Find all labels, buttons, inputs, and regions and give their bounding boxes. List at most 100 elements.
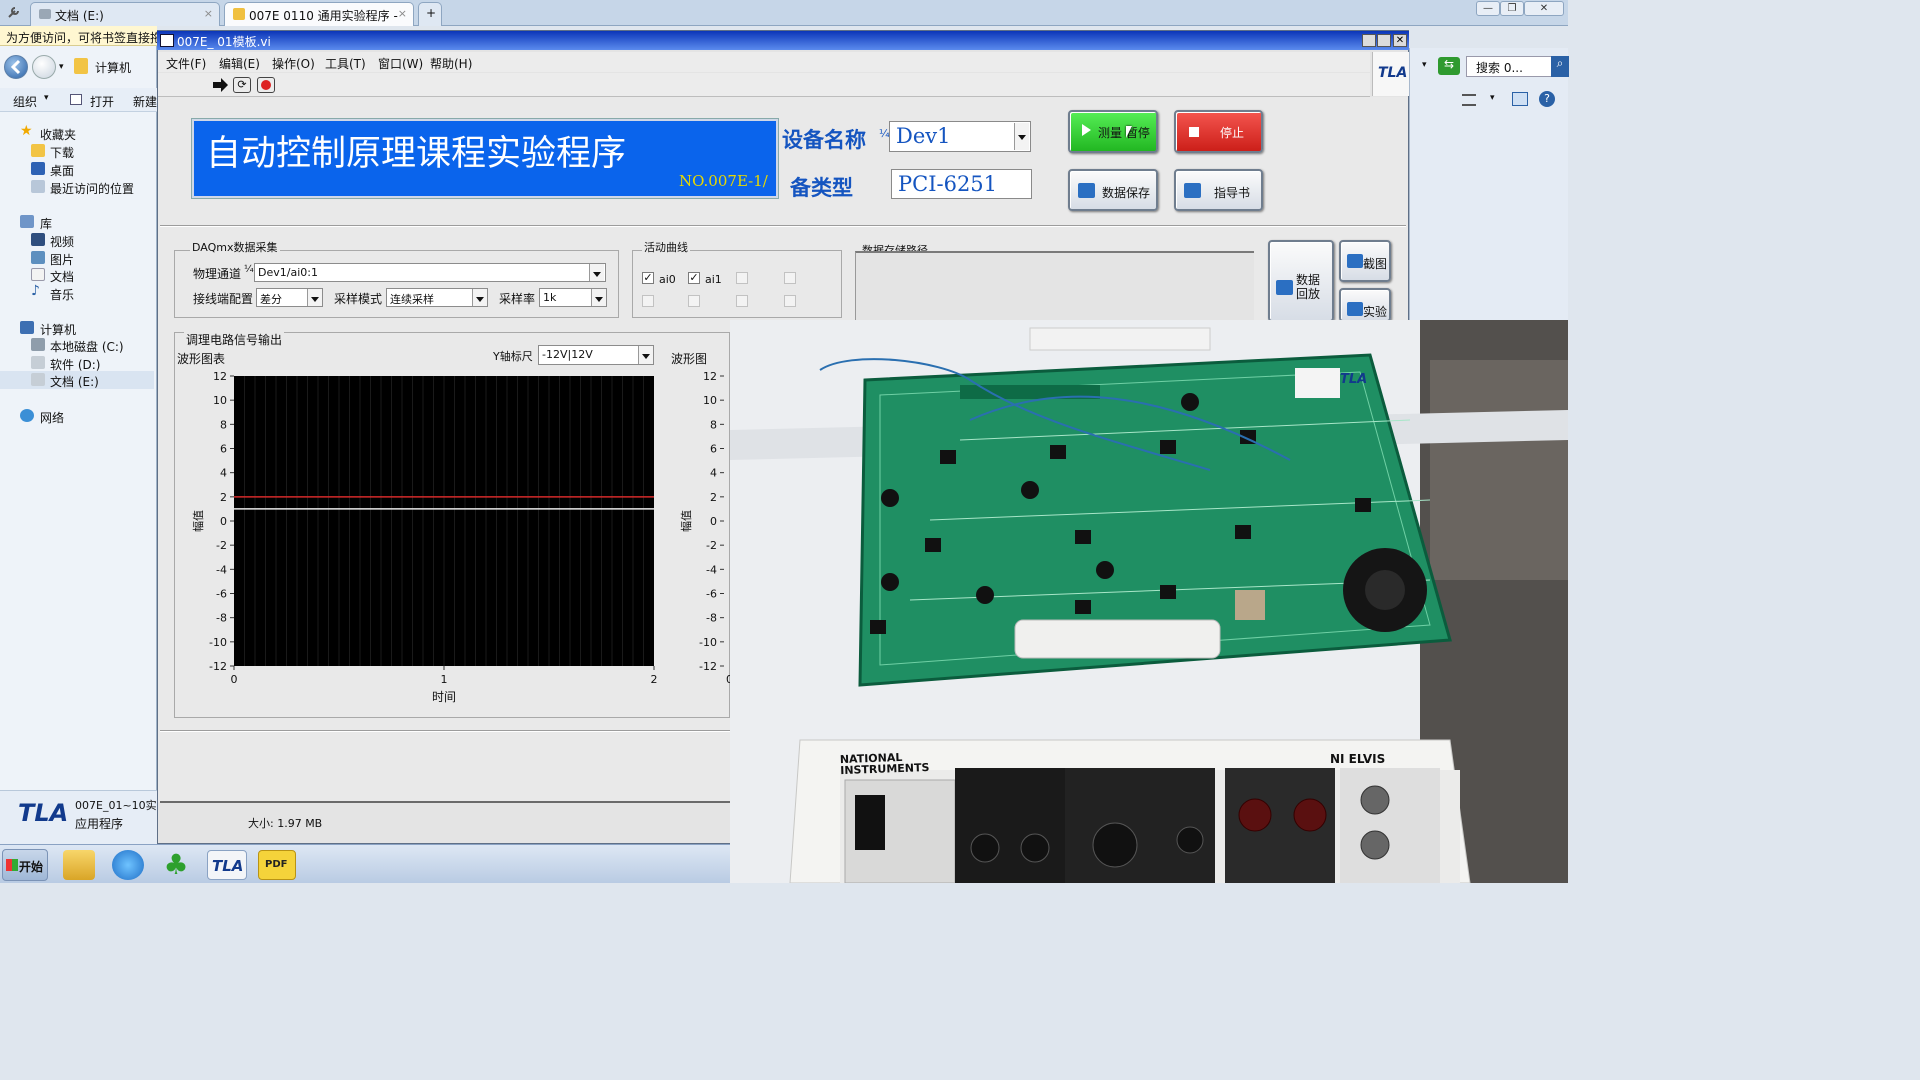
chevron-down-icon[interactable]: [472, 289, 487, 306]
organize-button[interactable]: 组织: [13, 93, 37, 110]
run-pause-button[interactable]: 测量 暂停: [1068, 110, 1158, 153]
lv-close-button[interactable]: ✕: [1393, 34, 1407, 47]
chevron-down-icon[interactable]: ▾: [1490, 93, 1495, 103]
daq-group: [174, 250, 619, 318]
run-continuous-icon[interactable]: ⟳: [233, 77, 251, 93]
ni-brand-text: NATIONAL INSTRUMENTS: [839, 750, 930, 778]
curve-checkbox-8[interactable]: [784, 295, 796, 307]
menu-tools[interactable]: 工具(T): [325, 55, 366, 72]
device-name-select[interactable]: Dev1: [889, 121, 1031, 152]
banner-number: NO.007E-1/: [679, 172, 768, 190]
experiment-button[interactable]: 实验: [1339, 288, 1391, 322]
waveform-graph-svg: 121086420-2-4-6-8-10-120幅值: [680, 370, 730, 686]
y-tick-label: 8: [220, 418, 227, 431]
tla-taskbar-icon[interactable]: TLA: [207, 850, 247, 880]
taskbar: 开始 ♣ TLA PDF: [0, 844, 730, 883]
x-tick-label: 0: [231, 673, 238, 686]
location-label[interactable]: 计算机: [95, 59, 131, 76]
preview-pane-icon[interactable]: [1512, 92, 1528, 106]
banner-title: 自动控制原理课程实验程序: [206, 134, 627, 174]
chevron-down-icon[interactable]: [591, 289, 606, 306]
tree-drive-e[interactable]: 文档 (E:): [0, 371, 154, 389]
curve-checkbox-4[interactable]: [784, 272, 796, 284]
restore-button[interactable]: ❐: [1500, 1, 1524, 16]
search-box[interactable]: 搜索 0...: [1466, 56, 1552, 77]
storage-path-field[interactable]: [855, 251, 1254, 320]
save-icon: [1078, 183, 1095, 198]
screenshot-label: 截图: [1363, 257, 1388, 271]
wrench-icon[interactable]: [6, 4, 22, 20]
help-icon[interactable]: ?: [1539, 91, 1555, 107]
menu-window[interactable]: 窗口(W): [378, 55, 423, 72]
minimize-button[interactable]: —: [1476, 1, 1500, 16]
ai0-checkbox[interactable]: ✓: [642, 272, 654, 284]
chevron-down-icon[interactable]: [1014, 123, 1029, 150]
chevron-down-icon[interactable]: [307, 289, 322, 306]
open-icon: [70, 94, 82, 105]
guide-button[interactable]: 指导书: [1174, 169, 1263, 211]
open-button[interactable]: 打开: [90, 93, 114, 110]
chevron-down-icon[interactable]: [589, 264, 604, 281]
explorer-pane: [0, 26, 157, 844]
lv-minimize-button[interactable]: [1362, 34, 1376, 47]
view-options-icon[interactable]: [1462, 94, 1476, 106]
curve-checkbox-5[interactable]: [642, 295, 654, 307]
data-save-button[interactable]: 数据保存: [1068, 169, 1158, 211]
explorer-nav-bar: ▾ 计算机: [0, 48, 157, 86]
clover-app-icon[interactable]: ♣: [160, 850, 192, 880]
close-window-button[interactable]: ✕: [1524, 1, 1564, 16]
y-scale-select[interactable]: -12V|12V: [538, 345, 654, 365]
abort-icon[interactable]: [257, 77, 275, 93]
download-folder-icon: [31, 144, 45, 157]
menu-help[interactable]: 帮助(H): [430, 55, 472, 72]
tab-documents-e[interactable]: 文档 (E:) ×: [30, 2, 220, 26]
curve-checkbox-7[interactable]: [736, 295, 748, 307]
explorer-details-pane: TLA 007E_01~10实 应用程序: [0, 790, 157, 844]
lv-maximize-button[interactable]: [1377, 34, 1391, 47]
y-tick-label: -2: [706, 539, 717, 552]
file-explorer-icon[interactable]: [63, 850, 95, 880]
ai1-label: ai1: [705, 273, 722, 286]
channel-select[interactable]: Dev1/ai0:1: [254, 263, 606, 282]
stop-button[interactable]: 停止: [1174, 110, 1263, 153]
data-replay-button[interactable]: 数据回放: [1268, 240, 1334, 322]
chevron-down-icon[interactable]: [638, 346, 653, 364]
back-button[interactable]: [4, 55, 28, 79]
curve-checkbox-6[interactable]: [688, 295, 700, 307]
internet-explorer-icon[interactable]: [112, 850, 144, 880]
pdf-app-icon[interactable]: PDF: [258, 850, 296, 880]
menu-edit[interactable]: 编辑(E): [219, 55, 260, 72]
channel-prefix: ¼: [244, 264, 254, 275]
chevron-down-icon[interactable]: ▾: [44, 93, 49, 103]
replay-icon: [1276, 280, 1293, 295]
run-arrow-icon[interactable]: [211, 77, 229, 93]
ai1-checkbox[interactable]: ✓: [688, 272, 700, 284]
start-button[interactable]: 开始: [2, 849, 48, 881]
close-tab-icon[interactable]: ×: [204, 7, 213, 20]
stop-label: 停止: [1220, 126, 1245, 140]
desktop-icon: [31, 162, 45, 175]
menu-file[interactable]: 文件(F): [166, 55, 206, 72]
curve-checkbox-3[interactable]: [736, 272, 748, 284]
refresh-icon[interactable]: ⇆: [1438, 57, 1460, 75]
ni-elvis-photo: [730, 320, 1568, 883]
forward-button[interactable]: [32, 55, 56, 79]
tab-experiment[interactable]: 007E 0110 通用实验程序 - ×: [224, 2, 414, 26]
y-tick-label: 6: [220, 443, 227, 456]
search-icon[interactable]: ⌕: [1551, 56, 1569, 77]
drive-icon: [31, 338, 45, 351]
y-tick-label: -10: [209, 636, 227, 649]
new-button[interactable]: 新建: [133, 93, 157, 110]
status-bar: 大小: 1.97 MB: [158, 812, 730, 832]
chevron-down-icon[interactable]: ▾: [59, 62, 64, 72]
chevron-down-icon[interactable]: ▾: [1422, 60, 1427, 70]
x-axis-label: 时间: [432, 690, 456, 704]
tab-label: 007E 0110 通用实验程序 -: [249, 9, 398, 23]
new-tab-button[interactable]: +: [418, 2, 442, 26]
close-tab-icon[interactable]: ×: [398, 7, 407, 20]
drive-icon: [39, 9, 51, 19]
screenshot-button[interactable]: 截图: [1339, 240, 1391, 282]
menu-operate[interactable]: 操作(O): [272, 55, 315, 72]
y-tick-label: 10: [213, 394, 227, 407]
y-tick-label: -6: [706, 588, 717, 601]
